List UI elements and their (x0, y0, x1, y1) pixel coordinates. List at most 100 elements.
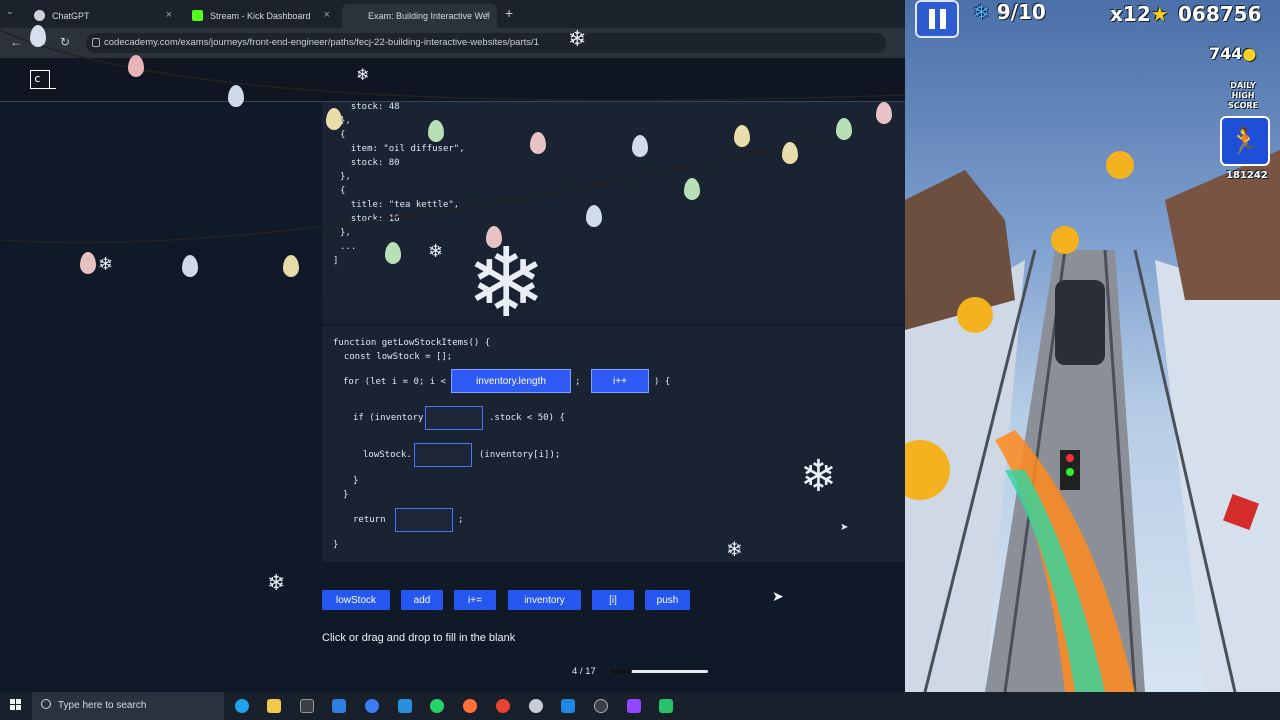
code-line: title: "tea kettle", (340, 200, 460, 210)
app-icon[interactable] (659, 699, 673, 713)
light-bulb (182, 255, 198, 277)
choice-label: push (656, 594, 679, 606)
snowflake-icon: ❄ (568, 26, 587, 51)
tab-chatgpt[interactable]: ChatGPT × (26, 4, 178, 28)
blank-index[interactable] (425, 406, 483, 430)
light-bulb (734, 125, 750, 147)
obs-icon[interactable] (594, 699, 608, 713)
whatsapp-icon[interactable] (430, 699, 444, 713)
code-line: } (343, 490, 349, 500)
choice-label: add (413, 594, 431, 606)
windows-taskbar: Type here to search (0, 692, 1280, 720)
progress-bar-fill (608, 670, 632, 673)
blank-loop-condition[interactable]: inventory.length (451, 369, 571, 393)
choice-i-plus-equals[interactable]: i+= (454, 590, 496, 610)
code-line: const lowStock = []; (333, 352, 453, 362)
snowflake-icon: ❄ (466, 230, 547, 337)
blank-loop-increment[interactable]: i++ (591, 369, 649, 393)
kick-icon (192, 10, 203, 21)
screen: ⌄ ChatGPT × Stream - Kick Dashboard × Ex… (0, 0, 1280, 720)
pause-button[interactable] (915, 0, 959, 38)
snowflake-icon: ❄ (800, 452, 837, 501)
light-bulb (228, 85, 244, 107)
choice-label: inventory (524, 594, 565, 606)
light-bulb (428, 120, 444, 142)
choice-push[interactable]: push (645, 590, 690, 610)
edge-icon[interactable] (235, 699, 249, 713)
reload-icon[interactable]: ↻ (60, 35, 70, 49)
search-placeholder: Type here to search (58, 700, 147, 711)
light-bulb (128, 55, 144, 77)
light-bulb (283, 255, 299, 277)
exam-content: stock: 48 }, { item: "oil diffuser", sto… (0, 102, 905, 692)
settings-icon[interactable] (529, 699, 543, 713)
choice-inventory[interactable]: inventory (508, 590, 581, 610)
close-tab-icon[interactable]: × (485, 9, 491, 21)
twitch-icon[interactable] (627, 699, 641, 713)
runner-icon: 🏃 (1220, 116, 1270, 166)
vscode-icon[interactable] (398, 699, 412, 713)
score-counter: 068756 (1178, 2, 1262, 26)
light-bulb (836, 118, 852, 140)
choice-add[interactable]: add (401, 590, 443, 610)
tab-kick[interactable]: Stream - Kick Dashboard × (184, 4, 336, 28)
light-bulb (530, 132, 546, 154)
code-line: }, (340, 172, 351, 182)
logo-letter: c (34, 72, 41, 85)
choice-lowstock[interactable]: lowStock (322, 590, 390, 610)
file-explorer-icon[interactable] (267, 699, 281, 713)
code-line: ] (333, 256, 339, 266)
blank-return-value[interactable] (395, 508, 453, 532)
light-bulb (782, 142, 798, 164)
chatgpt-icon (34, 10, 45, 21)
tab-exam[interactable]: Exam: Building Interactive Web × (342, 4, 497, 28)
code-line: ... (340, 242, 357, 252)
code-line: function getLowStockItems() { (333, 338, 491, 348)
game-view: ❄ 9/10 x12★ 068756 744● DAILY HIGH SCORE… (905, 0, 1280, 692)
mouse-cursor-icon: ➤ (840, 522, 849, 533)
codecademy-logo[interactable]: c (30, 70, 56, 89)
code-line: stock: 16 (340, 214, 400, 224)
site-info-icon[interactable] (92, 38, 100, 47)
back-arrow-icon[interactable]: ← (10, 35, 22, 49)
firefox-icon[interactable] (463, 699, 477, 713)
url-text: codecademy.com/exams/journeys/front-end-… (104, 37, 539, 48)
browser-window: ⌄ ChatGPT × Stream - Kick Dashboard × Ex… (0, 0, 905, 692)
code-line: (inventory[i]); (479, 450, 561, 460)
snowflake-icon: ❄ (726, 539, 743, 561)
tab-search-icon[interactable]: ⌄ (6, 6, 20, 20)
choice-index[interactable]: [i] (592, 590, 634, 610)
url-field[interactable]: codecademy.com/exams/journeys/front-end-… (86, 33, 886, 53)
close-tab-icon[interactable]: × (166, 9, 172, 21)
code-line: ) { (654, 377, 671, 387)
choice-label: [i] (609, 594, 617, 606)
codecademy-icon (350, 10, 361, 21)
messenger-icon[interactable] (365, 699, 379, 713)
tab-strip: ⌄ ChatGPT × Stream - Kick Dashboard × Ex… (0, 0, 905, 28)
blank-method[interactable] (414, 443, 472, 467)
mouse-cursor-icon: ➤ (772, 588, 784, 604)
chrome-icon[interactable] (496, 699, 510, 713)
search-icon (41, 699, 51, 709)
close-tab-icon[interactable]: × (324, 9, 330, 21)
windows-start-icon[interactable] (10, 699, 22, 711)
snowflake-icon: ❄ (98, 254, 114, 274)
store-icon[interactable] (332, 699, 346, 713)
snowflake-icon: ❄ (267, 570, 286, 595)
code-line: if (inventory (353, 413, 424, 423)
code-line: }, (340, 228, 351, 238)
code-line: } (353, 476, 359, 486)
blank-value: inventory.length (476, 375, 546, 387)
taskbar-search-input[interactable]: Type here to search (32, 692, 224, 720)
coin-value: 744 (1209, 44, 1243, 63)
code-line: item: "oil diffuser", (340, 144, 465, 154)
high-score-value: 181242 (1226, 170, 1268, 181)
tab-label: ChatGPT (52, 11, 90, 21)
snowflake-icon: ❄ (356, 67, 370, 84)
section-divider (322, 294, 905, 324)
terminal-icon[interactable] (300, 699, 314, 713)
app-icon[interactable] (561, 699, 575, 713)
level-progress: ❄ 9/10 (973, 0, 1046, 24)
light-bulb (385, 242, 401, 264)
new-tab-icon[interactable]: + (505, 5, 513, 21)
